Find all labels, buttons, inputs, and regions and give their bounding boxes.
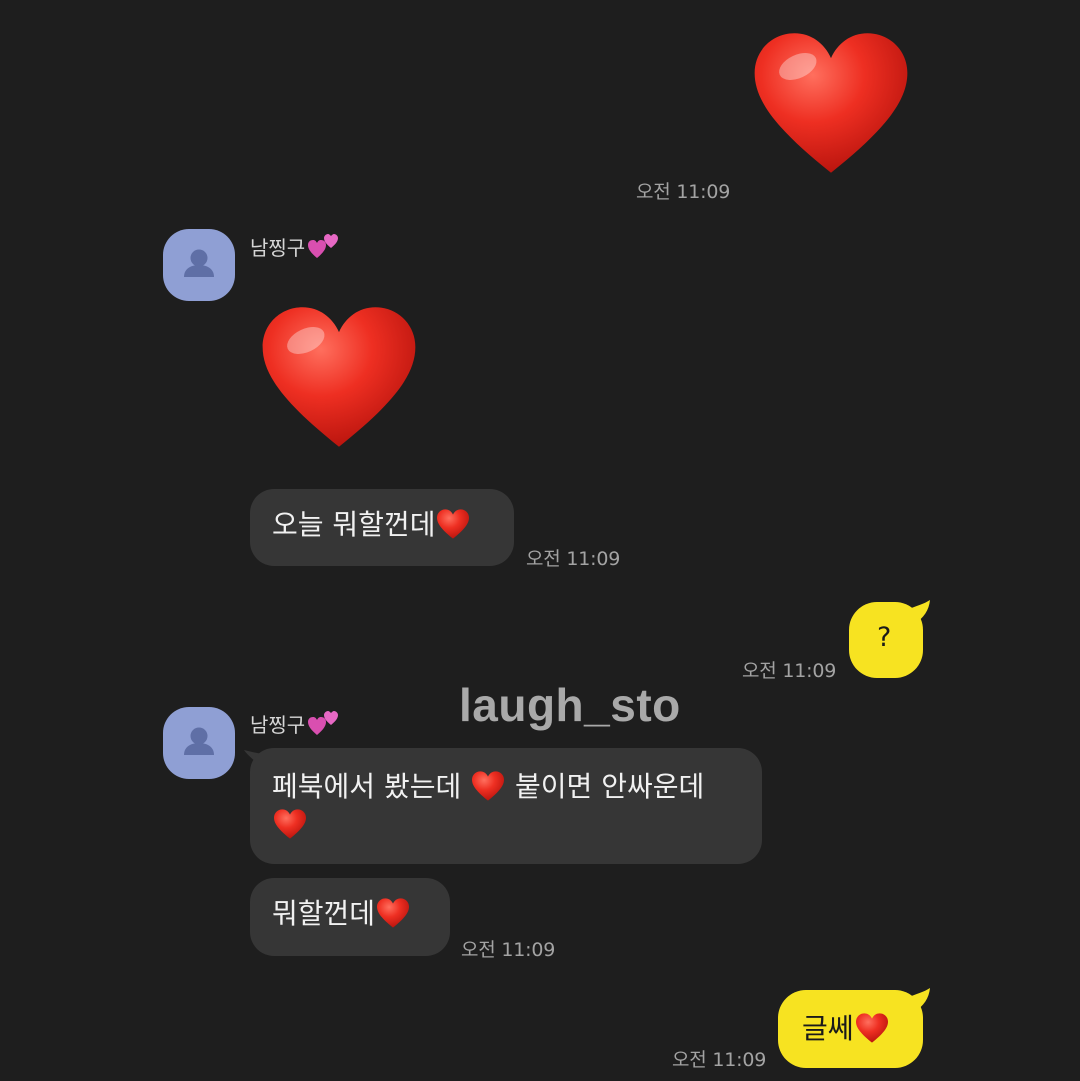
sender-name-text: 남찡구 (250, 235, 306, 260)
message-text: 글쎄 (802, 1012, 854, 1045)
message-text-part: 페북에서 봤는데 (272, 770, 471, 803)
avatar[interactable] (163, 229, 235, 301)
message-time: 오전 11:09 (526, 548, 621, 570)
message-time: 오전 11:09 (742, 660, 837, 682)
message-time: 오전 11:09 (461, 939, 556, 961)
message-text-part: 붙이면 안싸운데 (506, 770, 705, 803)
message-text: 오늘 뭐할껀데 (272, 508, 436, 541)
red-heart-icon (274, 808, 306, 839)
red-heart-icon (472, 771, 505, 801)
red-heart-icon (855, 1013, 888, 1043)
watermark: laugh_sto (459, 679, 681, 731)
message-bubble[interactable]: 뭐할껀데 (250, 878, 450, 956)
message-text: 뭐할껀데 (272, 897, 376, 930)
message-time: 오전 11:09 (636, 181, 731, 203)
outgoing-big-heart (748, 20, 914, 186)
bubble-tail (906, 988, 930, 1012)
person-icon (184, 249, 214, 277)
message-bubble-outgoing[interactable]: 글쎄 (778, 990, 923, 1068)
message-bubble[interactable]: 페북에서 봤는데 붙이면 안싸운데 (250, 748, 762, 864)
message-bubble[interactable]: 오늘 뭐할껀데 (250, 489, 514, 566)
bubble-tail (906, 600, 930, 624)
incoming-big-heart (256, 294, 422, 460)
person-icon (184, 727, 214, 755)
avatar[interactable] (163, 707, 235, 779)
sender-name: 남찡구 (250, 708, 341, 738)
red-heart-icon (377, 898, 410, 928)
red-heart-icon (754, 33, 908, 173)
red-heart-icon (262, 307, 416, 447)
red-heart-icon (437, 509, 470, 539)
two-hearts-icon (308, 234, 339, 258)
message-text: ? (877, 622, 892, 653)
message-time: 오전 11:09 (672, 1049, 767, 1071)
sender-name: 남찡구 (250, 231, 341, 261)
sender-name-text: 남찡구 (250, 712, 306, 737)
two-hearts-icon (308, 711, 339, 735)
